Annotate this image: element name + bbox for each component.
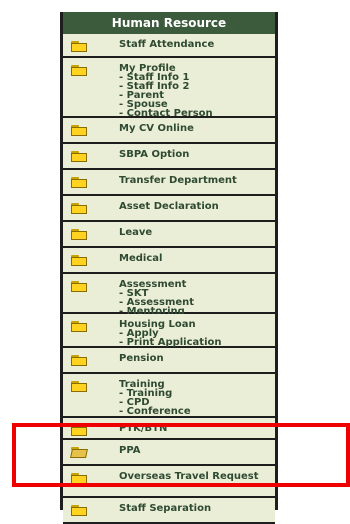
menu-item-text: Staff Separation [119,503,212,514]
folder-icon [71,229,87,240]
menu-item-label: Housing Loan - Apply - Print Application [119,320,222,348]
submenu-link[interactable]: - Print Application [119,338,222,348]
folder-icon [71,151,87,162]
menu-item-text: Staff Attendance [119,39,215,50]
folder-icon [71,321,87,332]
menu-item-label: Medical [119,253,163,264]
folder-icon [71,355,87,366]
menu-item[interactable]: Staff Separation [63,498,275,524]
menu-item[interactable]: Leave [63,222,275,248]
submenu-link[interactable]: - Conference [119,407,191,417]
menu-item[interactable]: Housing Loan - Apply - Print Application [63,314,275,348]
highlight-box [12,423,350,487]
menu-item-label: SBPA Option [119,149,190,160]
menu-item-label: Transfer Department [119,175,237,186]
folder-icon [71,255,87,266]
menu-item[interactable]: Asset Declaration [63,196,275,222]
folder-icon [71,203,87,214]
menu-item[interactable]: Medical [63,248,275,274]
menu-item-label: Assessment - SKT - Assessment - Mentoring [119,280,194,317]
menu-item[interactable]: Assessment - SKT - Assessment - Mentoring [63,274,275,317]
menu-item-text: SBPA Option [119,149,190,160]
menu-item-label: My CV Online [119,123,194,134]
menu-item[interactable]: SBPA Option [63,144,275,170]
menu-item-text: Pension [119,353,164,364]
folder-icon [71,505,87,516]
menu-item-label: My Profile - Staff Info 1- Staff Info 2- … [119,64,213,119]
folder-icon [71,281,87,292]
folder-icon [71,65,87,76]
menu-item-text: Medical [119,253,163,264]
menu-item-text: My CV Online [119,123,194,134]
menu-item-label: Pension [119,353,164,364]
menu-item-label: Training - Training - CPD - Conference [119,380,191,417]
menu-item[interactable]: Transfer Department [63,170,275,196]
folder-icon [71,41,87,52]
folder-icon [71,125,87,136]
menu-title: Human Resource [63,12,275,34]
menu-item[interactable]: My Profile - Staff Info 1- Staff Info 2- … [63,58,275,119]
menu-item[interactable]: Pension [63,348,275,374]
menu-item-text: Leave [119,227,153,238]
folder-icon [71,381,87,392]
menu-item-label: Staff Separation [119,503,212,514]
menu-item-text: Transfer Department [119,175,237,186]
menu-item-label: Leave [119,227,153,238]
menu-item[interactable]: Training - Training - CPD - Conference [63,374,275,418]
submenu-link[interactable]: - Contact Person [119,109,213,119]
menu-item-label: Asset Declaration [119,201,219,212]
menu-item[interactable]: Staff Attendance [63,34,275,58]
menu-item-text: Asset Declaration [119,201,219,212]
menu-item-label: Staff Attendance [119,39,215,50]
folder-icon [71,177,87,188]
menu-item[interactable]: My CV Online [63,118,275,144]
